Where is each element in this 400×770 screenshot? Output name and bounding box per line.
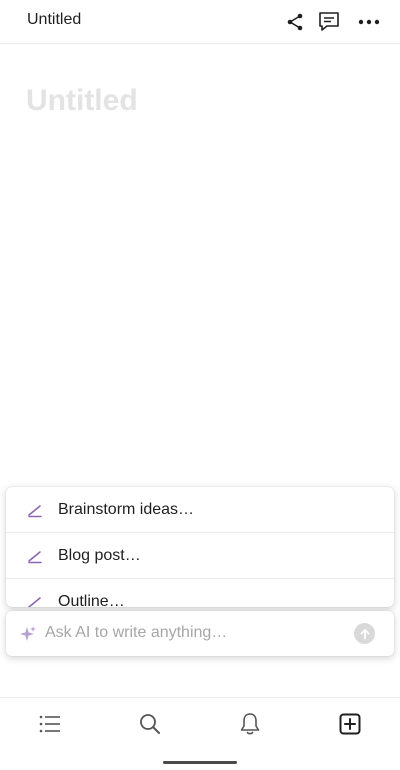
ai-menu-item-outline[interactable]: Outline… [6,579,394,607]
ai-menu-item-blog-post[interactable]: Blog post… [6,533,394,579]
ai-menu-item-label: Outline… [58,593,125,607]
bottom-navigation [0,697,400,770]
bell-icon[interactable] [237,711,263,737]
new-page-icon[interactable] [337,711,363,737]
ai-suggestion-menu: Brainstorm ideas… Blog post… Outline… [6,487,394,607]
ai-menu-item-label: Blog post… [58,546,141,564]
pen-icon [26,593,44,607]
send-arrow-icon[interactable] [354,623,375,644]
home-indicator [163,761,237,764]
top-bar: Untitled [0,0,400,44]
comment-icon[interactable] [316,9,342,35]
pen-icon [26,547,44,565]
ai-input-placeholder[interactable]: Ask AI to write anything… [45,624,227,642]
search-icon[interactable] [137,711,163,737]
list-icon[interactable] [37,711,63,737]
sparkle-icon [19,625,37,643]
ai-prompt-input[interactable]: Ask AI to write anything… [6,611,394,656]
ai-menu-item-brainstorm[interactable]: Brainstorm ideas… [6,487,394,533]
page-title-header[interactable]: Untitled [27,11,81,29]
more-icon[interactable] [356,9,382,35]
share-icon[interactable] [282,9,308,35]
ai-menu-item-label: Brainstorm ideas… [58,500,195,518]
page-title-placeholder[interactable]: Untitled [26,84,138,118]
pen-icon [26,501,44,519]
